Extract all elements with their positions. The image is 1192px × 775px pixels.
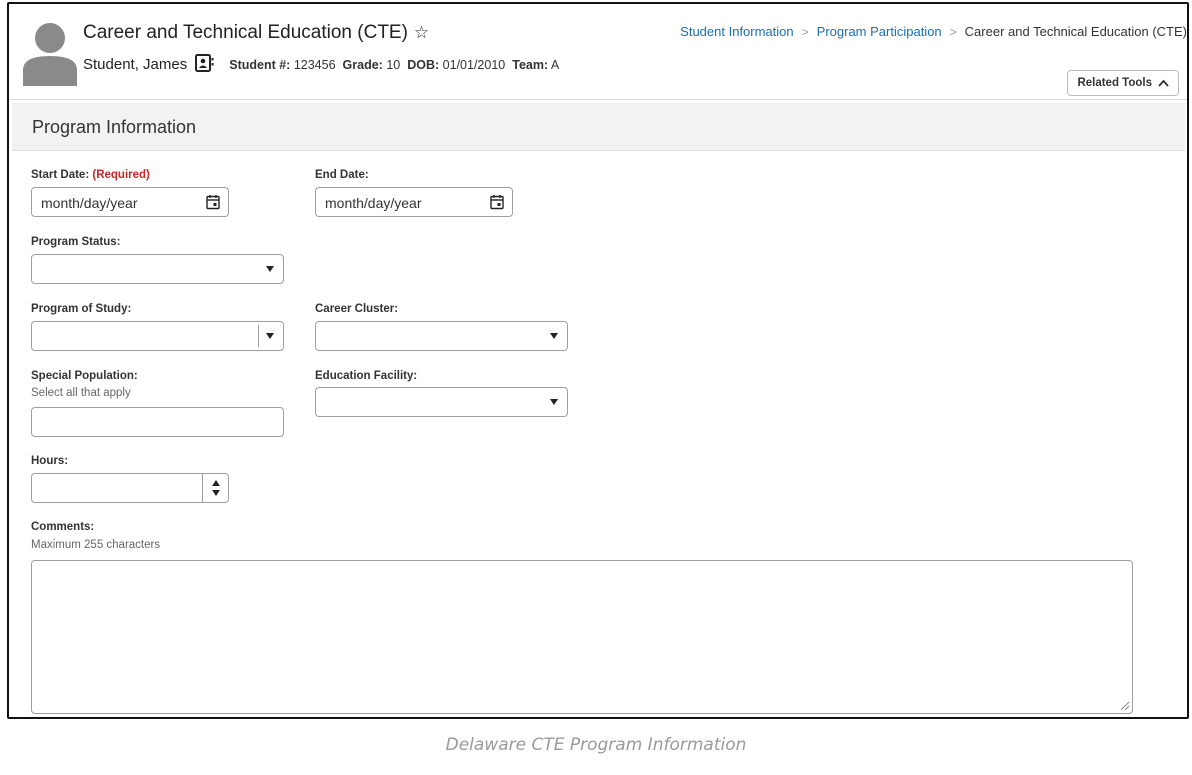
avatar xyxy=(23,23,77,86)
program-status-select[interactable] xyxy=(31,254,284,284)
chevron-down-icon xyxy=(266,266,274,272)
end-date-field[interactable]: month/day/year xyxy=(315,187,513,217)
chevron-down-icon xyxy=(550,333,558,339)
breadcrumb-separator: > xyxy=(801,24,809,39)
program-status-label: Program Status: xyxy=(31,236,121,248)
student-name: Student, James xyxy=(83,56,188,73)
end-date-placeholder: month/day/year xyxy=(325,195,422,211)
comments-label: Comments: xyxy=(31,521,95,533)
program-of-study-select[interactable] xyxy=(31,321,284,351)
stepper-buttons[interactable] xyxy=(202,474,228,502)
page-title-text: Career and Technical Education (CTE) xyxy=(83,22,408,43)
id-card-icon[interactable] xyxy=(195,54,215,75)
special-population-hint: Select all that apply xyxy=(31,387,131,399)
breadcrumb-program-participation[interactable]: Program Participation xyxy=(817,24,942,39)
student-grade: Grade: 10 xyxy=(342,57,401,72)
related-tools-label: Related Tools xyxy=(1077,77,1152,89)
career-cluster-label: Career Cluster: xyxy=(315,303,399,315)
comments-hint: Maximum 255 characters xyxy=(31,539,161,551)
select-divider xyxy=(258,325,259,347)
special-population-multiselect[interactable] xyxy=(31,407,284,437)
career-cluster-select[interactable] xyxy=(315,321,568,351)
calendar-icon[interactable] xyxy=(490,194,504,210)
page-title: Career and Technical Education (CTE) ☆ xyxy=(83,22,429,44)
section-title: Program Information xyxy=(32,117,197,137)
favorite-star-icon[interactable]: ☆ xyxy=(414,23,429,42)
student-dob: DOB: 01/01/2010 xyxy=(407,57,506,72)
stepper-up-icon[interactable] xyxy=(212,480,220,486)
student-team: Team: A xyxy=(512,57,560,72)
breadcrumb: Student Information > Program Participat… xyxy=(680,24,1187,39)
start-date-placeholder: month/day/year xyxy=(41,195,138,211)
end-date-label: End Date: xyxy=(315,169,369,181)
resize-handle-icon[interactable] xyxy=(1119,700,1130,711)
program-of-study-label: Program of Study: xyxy=(31,303,132,315)
start-date-field[interactable]: month/day/year xyxy=(31,187,229,217)
related-tools-button[interactable]: Related Tools xyxy=(1067,70,1179,96)
special-population-label: Special Population: xyxy=(31,370,138,382)
comments-textarea[interactable] xyxy=(31,560,1133,714)
program-form: Start Date: (Required) month/day/year En… xyxy=(9,151,1187,717)
chevron-down-icon xyxy=(550,399,558,405)
education-facility-select[interactable] xyxy=(315,387,568,417)
student-header: Career and Technical Education (CTE) ☆ St… xyxy=(9,4,1187,100)
hours-stepper[interactable] xyxy=(31,473,229,503)
chevron-down-icon xyxy=(266,333,274,339)
student-number: Student #: 123456 xyxy=(229,57,336,72)
education-facility-label: Education Facility: xyxy=(315,370,418,382)
section-header: Program Information xyxy=(12,103,1185,151)
breadcrumb-separator: > xyxy=(949,24,957,39)
breadcrumb-current: Career and Technical Education (CTE) xyxy=(964,24,1187,39)
chevron-up-icon xyxy=(1158,79,1169,87)
hours-label: Hours: xyxy=(31,455,69,467)
stepper-down-icon[interactable] xyxy=(212,490,220,496)
breadcrumb-student-information[interactable]: Student Information xyxy=(680,24,793,39)
calendar-icon[interactable] xyxy=(206,194,220,210)
required-indicator: (Required) xyxy=(92,169,150,181)
app-window: Career and Technical Education (CTE) ☆ St… xyxy=(7,2,1189,719)
figure-caption: Delaware CTE Program Information xyxy=(445,735,747,755)
student-summary: Student, James Student #: 123456 Grade: … xyxy=(83,54,566,75)
start-date-label: Start Date: (Required) xyxy=(31,169,150,181)
